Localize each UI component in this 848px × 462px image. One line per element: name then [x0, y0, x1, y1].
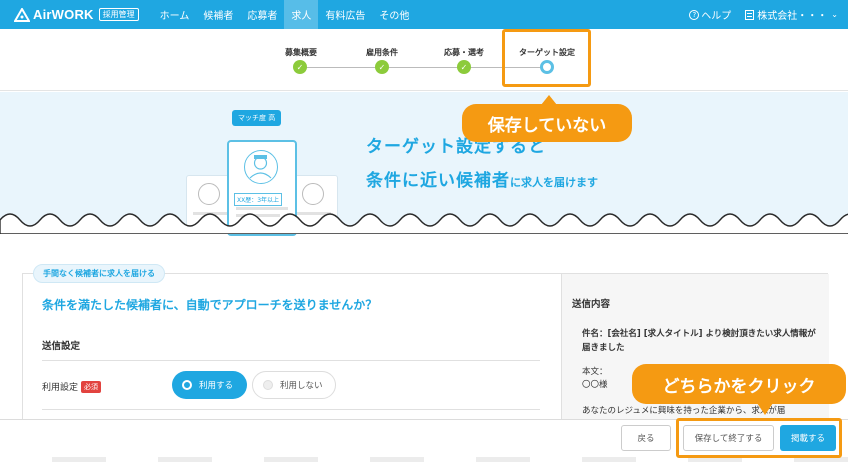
wave-divider [0, 213, 848, 234]
annotation-tail [757, 403, 773, 415]
preview-title: 送信内容 [572, 299, 611, 310]
check-icon: ✓ [293, 60, 307, 74]
step-label: 募集概要 [285, 48, 317, 57]
help-icon: ? [689, 9, 700, 20]
airwork-logo[interactable]: AirWORK 採用管理 [14, 7, 139, 22]
check-icon: ✓ [457, 60, 471, 74]
person-icon [198, 183, 220, 205]
hero-subtitle-emphasis: 条件に近い候補者 [366, 171, 510, 191]
main-nav: ホーム 候補者 応募者 求人 有料広告 その他 [153, 0, 417, 29]
radio-use-label: 利用する [199, 381, 234, 391]
annotation-not-saved: 保存していない [462, 104, 632, 142]
divider [42, 360, 540, 361]
person-icon [244, 150, 278, 184]
nav-paid-ads[interactable]: 有料広告 [318, 0, 372, 29]
header-right: ? ヘルプ 株式会社・・・ ⌄ [689, 7, 838, 22]
step-label: 応募・選考 [444, 48, 484, 57]
nav-candidates[interactable]: 候補者 [196, 0, 240, 29]
usage-setting-label: 利用設定 必須 [42, 380, 102, 393]
nav-home[interactable]: ホーム [153, 0, 197, 29]
usage-label-text: 利用設定 [42, 383, 79, 393]
help-label: ヘルプ [701, 11, 732, 22]
top-navigation-bar: AirWORK 採用管理 ホーム 候補者 応募者 求人 有料広告 その他 ? ヘ… [0, 0, 848, 29]
company-label: 株式会社・・・ [757, 11, 828, 22]
preview-body-text: あなたのレジュメに興味を持った企業から、求人が届 [582, 406, 786, 416]
annotation-click-either: どちらかをクリック [632, 364, 846, 404]
section-pill-label: 手間なく候補者に求人を届ける [33, 264, 165, 283]
check-icon: ✓ [375, 60, 389, 74]
send-settings-title: 送信設定 [42, 341, 81, 352]
logo-text: AirWORK [33, 7, 94, 22]
nav-jobs[interactable]: 求人 [284, 0, 319, 29]
nav-applicants[interactable]: 応募者 [240, 0, 284, 29]
step-label: 雇用条件 [366, 48, 398, 57]
company-menu[interactable]: 株式会社・・・ ⌄ [745, 7, 838, 22]
help-link[interactable]: ? ヘルプ [689, 7, 731, 22]
logo-badge: 採用管理 [98, 8, 139, 21]
radio-unselected-icon [263, 380, 273, 390]
step-application-selection[interactable]: 応募・選考 [424, 47, 504, 58]
step-progress: 募集概要 雇用条件 応募・選考 ターゲット設定 ✓ ✓ ✓ [0, 29, 848, 91]
logo-mark-icon [14, 7, 30, 22]
step-employment-terms[interactable]: 雇用条件 [342, 47, 422, 58]
building-icon [745, 9, 755, 20]
person-icon [302, 183, 324, 205]
preview-subject: 件名：[会社名] [求人タイトル] より検討頂きたい求人情報が届きました [582, 329, 816, 353]
required-badge: 必須 [81, 380, 102, 393]
preview-body-name: 〇〇様 [582, 380, 608, 390]
step-overview[interactable]: 募集概要 [261, 47, 341, 58]
radio-use[interactable]: 利用する [172, 371, 247, 399]
chevron-down-icon: ⌄ [831, 10, 838, 19]
annotation-highlight-buttons [676, 418, 842, 458]
annotation-highlight-target-step [502, 29, 591, 87]
preview-body-label: 本文： [582, 367, 608, 377]
nav-others[interactable]: その他 [372, 0, 416, 29]
divider [42, 409, 540, 410]
radio-no-use[interactable]: 利用しない [252, 371, 336, 399]
back-button[interactable]: 戻る [621, 425, 671, 451]
radio-selected-icon [182, 380, 192, 390]
hero-subtitle-rest: に求人を届けます [510, 176, 598, 189]
auto-approach-question: 条件を満たした候補者に、自動でアプローチを送りませんか？ [42, 298, 378, 312]
match-badge: マッチ度 高 [232, 110, 282, 126]
hero-subtitle: 条件に近い候補者に求人を届けます [366, 166, 598, 191]
radio-no-use-label: 利用しない [280, 381, 323, 391]
